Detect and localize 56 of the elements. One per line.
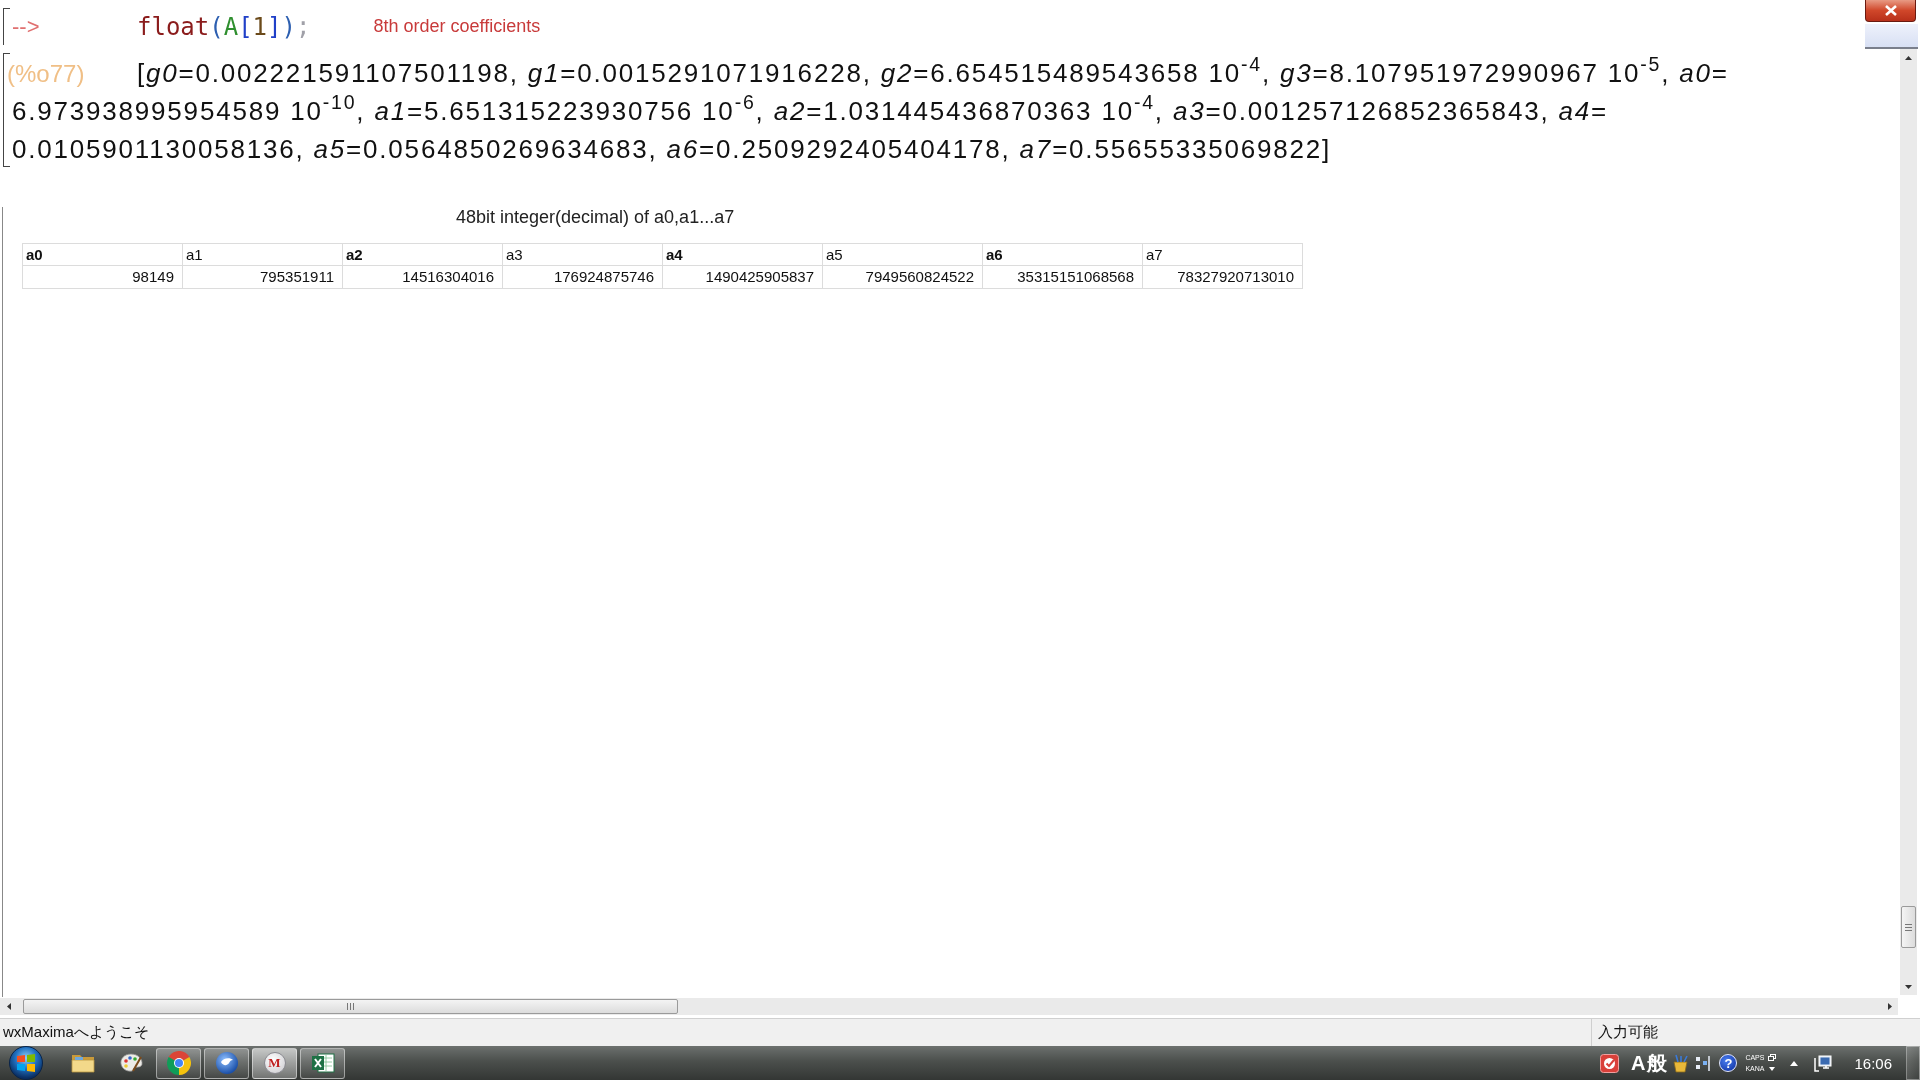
horizontal-scrollbar[interactable] — [0, 998, 1898, 1015]
column-header: a7 — [1143, 244, 1303, 266]
up-arrow-icon — [1905, 55, 1912, 60]
table-cell: 78327920713010 — [1143, 266, 1303, 289]
table-cell: 98149 — [23, 266, 183, 289]
taskbar-button[interactable] — [204, 1047, 249, 1079]
vertical-scrollbar[interactable] — [1900, 49, 1917, 995]
column-header: a5 — [823, 244, 983, 266]
table-cell: 1490425905837 — [663, 266, 823, 289]
table-cell: 35315151068568 — [983, 266, 1143, 289]
clock[interactable]: 16:06 — [1854, 1054, 1892, 1072]
table-cell: 176924875746 — [503, 266, 663, 289]
taskbar-button[interactable] — [300, 1047, 345, 1079]
table-cell: 14516304016 — [343, 266, 503, 289]
scrollbar-thumb[interactable] — [1901, 906, 1916, 948]
start-button[interactable] — [6, 1046, 46, 1080]
paint-pot-icon[interactable] — [1671, 1053, 1691, 1073]
help-icon[interactable]: ? — [1719, 1054, 1738, 1072]
table-cell: 7949560824522 — [823, 266, 983, 289]
math-output-line: 6.973938995954589 10$^{-10}$, a1=5.651315223930756 10$^{-6}$, a2=1.031445436870363 10$^{-4}$, a3=0.001257126852365843, a4= — [12, 91, 1608, 128]
app-logo: M — [263, 1052, 286, 1074]
checkmark-tile-icon[interactable] — [1599, 1053, 1619, 1073]
ime-mode-label[interactable]: 般 — [1647, 1053, 1668, 1073]
left-arrow-icon — [6, 1003, 11, 1010]
grip-icon — [347, 1003, 354, 1010]
grip-icon — [1905, 923, 1912, 931]
taskbar-button[interactable]: M — [252, 1047, 297, 1079]
spreadsheet-icon — [310, 1051, 335, 1075]
output-label: (%o77) — [6, 60, 86, 88]
table-title: 48bit integer(decimal) of a0,a1...a7 — [456, 207, 735, 227]
start-orb-icon — [7, 1046, 45, 1080]
palette-icon — [118, 1051, 143, 1075]
input-mode-label[interactable]: A — [1630, 1053, 1646, 1073]
input-prompt: --> — [12, 13, 41, 40]
right-arrow-icon — [1887, 1003, 1892, 1010]
status-message: wxMaximaへようこそ — [2, 1023, 150, 1042]
math-output-line: [g0=0.002221591107501198, g1=0.0015291071916228, g2=6.654515489543658 10$^{-4}$, g3=8.107951972990967 10$^{-5}$, a0= — [137, 53, 1729, 90]
cell-comment: 8th order coefficients — [373, 16, 541, 37]
column-header: a2 — [343, 244, 503, 266]
taskbar-button[interactable] — [156, 1047, 201, 1079]
sphere-icon — [214, 1051, 239, 1075]
table-cell: 795351911 — [183, 266, 343, 289]
column-header: a3 — [503, 244, 663, 266]
column-header: a6 — [983, 244, 1143, 266]
dropdown-arrow-icon[interactable] — [1768, 1065, 1777, 1072]
math-output-line: 0.0105901130058136, a5=0.0564850269634683, a6=0.2509292405404178, a7=0.55655335069822] — [12, 133, 1332, 166]
network-monitor-icon[interactable] — [1814, 1054, 1833, 1072]
show-desktop-button[interactable] — [1906, 1046, 1920, 1080]
show-hidden-icons-arrow-icon[interactable] — [1790, 1060, 1799, 1066]
down-arrow-icon — [1905, 984, 1912, 989]
restore-icon[interactable] — [1768, 1054, 1777, 1061]
column-header: a1 — [183, 244, 343, 266]
scrollbar-thumb[interactable] — [23, 999, 678, 1014]
column-header: a4 — [663, 244, 823, 266]
column-header: a0 — [23, 244, 183, 266]
tricolor-circle-icon — [166, 1051, 191, 1075]
